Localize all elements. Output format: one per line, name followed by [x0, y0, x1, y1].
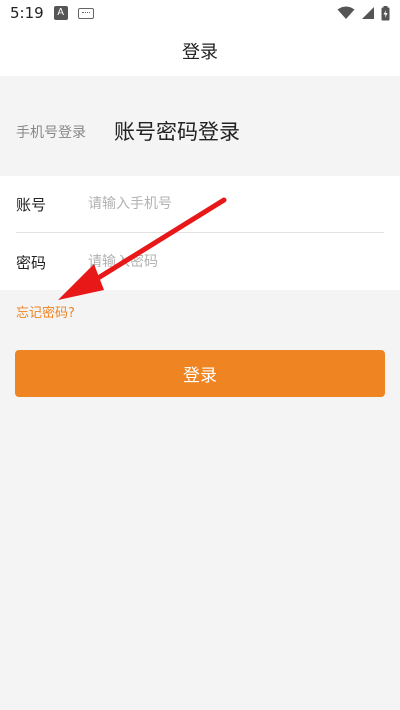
tab-phone-login[interactable]: 手机号登录 [16, 122, 86, 142]
account-input[interactable] [88, 184, 378, 224]
signal-icon [362, 7, 374, 19]
password-input[interactable] [88, 242, 378, 282]
status-bar: 5:19 A [0, 0, 400, 26]
status-right [337, 5, 390, 21]
account-row: 账号 [0, 176, 400, 232]
status-time: 5:19 [10, 4, 44, 22]
tab-password-login[interactable]: 账号密码登录 [114, 116, 240, 146]
app-notification-icon: A [53, 6, 68, 20]
password-label: 密码 [16, 253, 47, 272]
keyboard-icon [77, 7, 94, 19]
title-bar: 登录 [0, 26, 400, 76]
wifi-icon [337, 6, 355, 19]
content-area: 手机号登录 账号密码登录 账号 密码 忘记密码? 登录 [0, 76, 400, 710]
password-row: 密码 [0, 234, 400, 290]
login-screen: 5:19 A 登录 手机号登录 账号密码登录 账号 请输入手机号 密码 忘记密码… [0, 0, 400, 710]
forgot-password-link[interactable]: 忘记密码? [16, 302, 75, 321]
row-divider [16, 232, 384, 233]
login-form: 账号 密码 [0, 176, 400, 290]
status-left: 5:19 A [10, 4, 94, 22]
login-button[interactable]: 登录 [15, 350, 385, 397]
battery-charging-icon [381, 5, 390, 20]
login-tabs: 手机号登录 账号密码登录 [0, 76, 400, 176]
page-title: 登录 [182, 42, 218, 63]
account-label: 账号 [16, 195, 47, 214]
